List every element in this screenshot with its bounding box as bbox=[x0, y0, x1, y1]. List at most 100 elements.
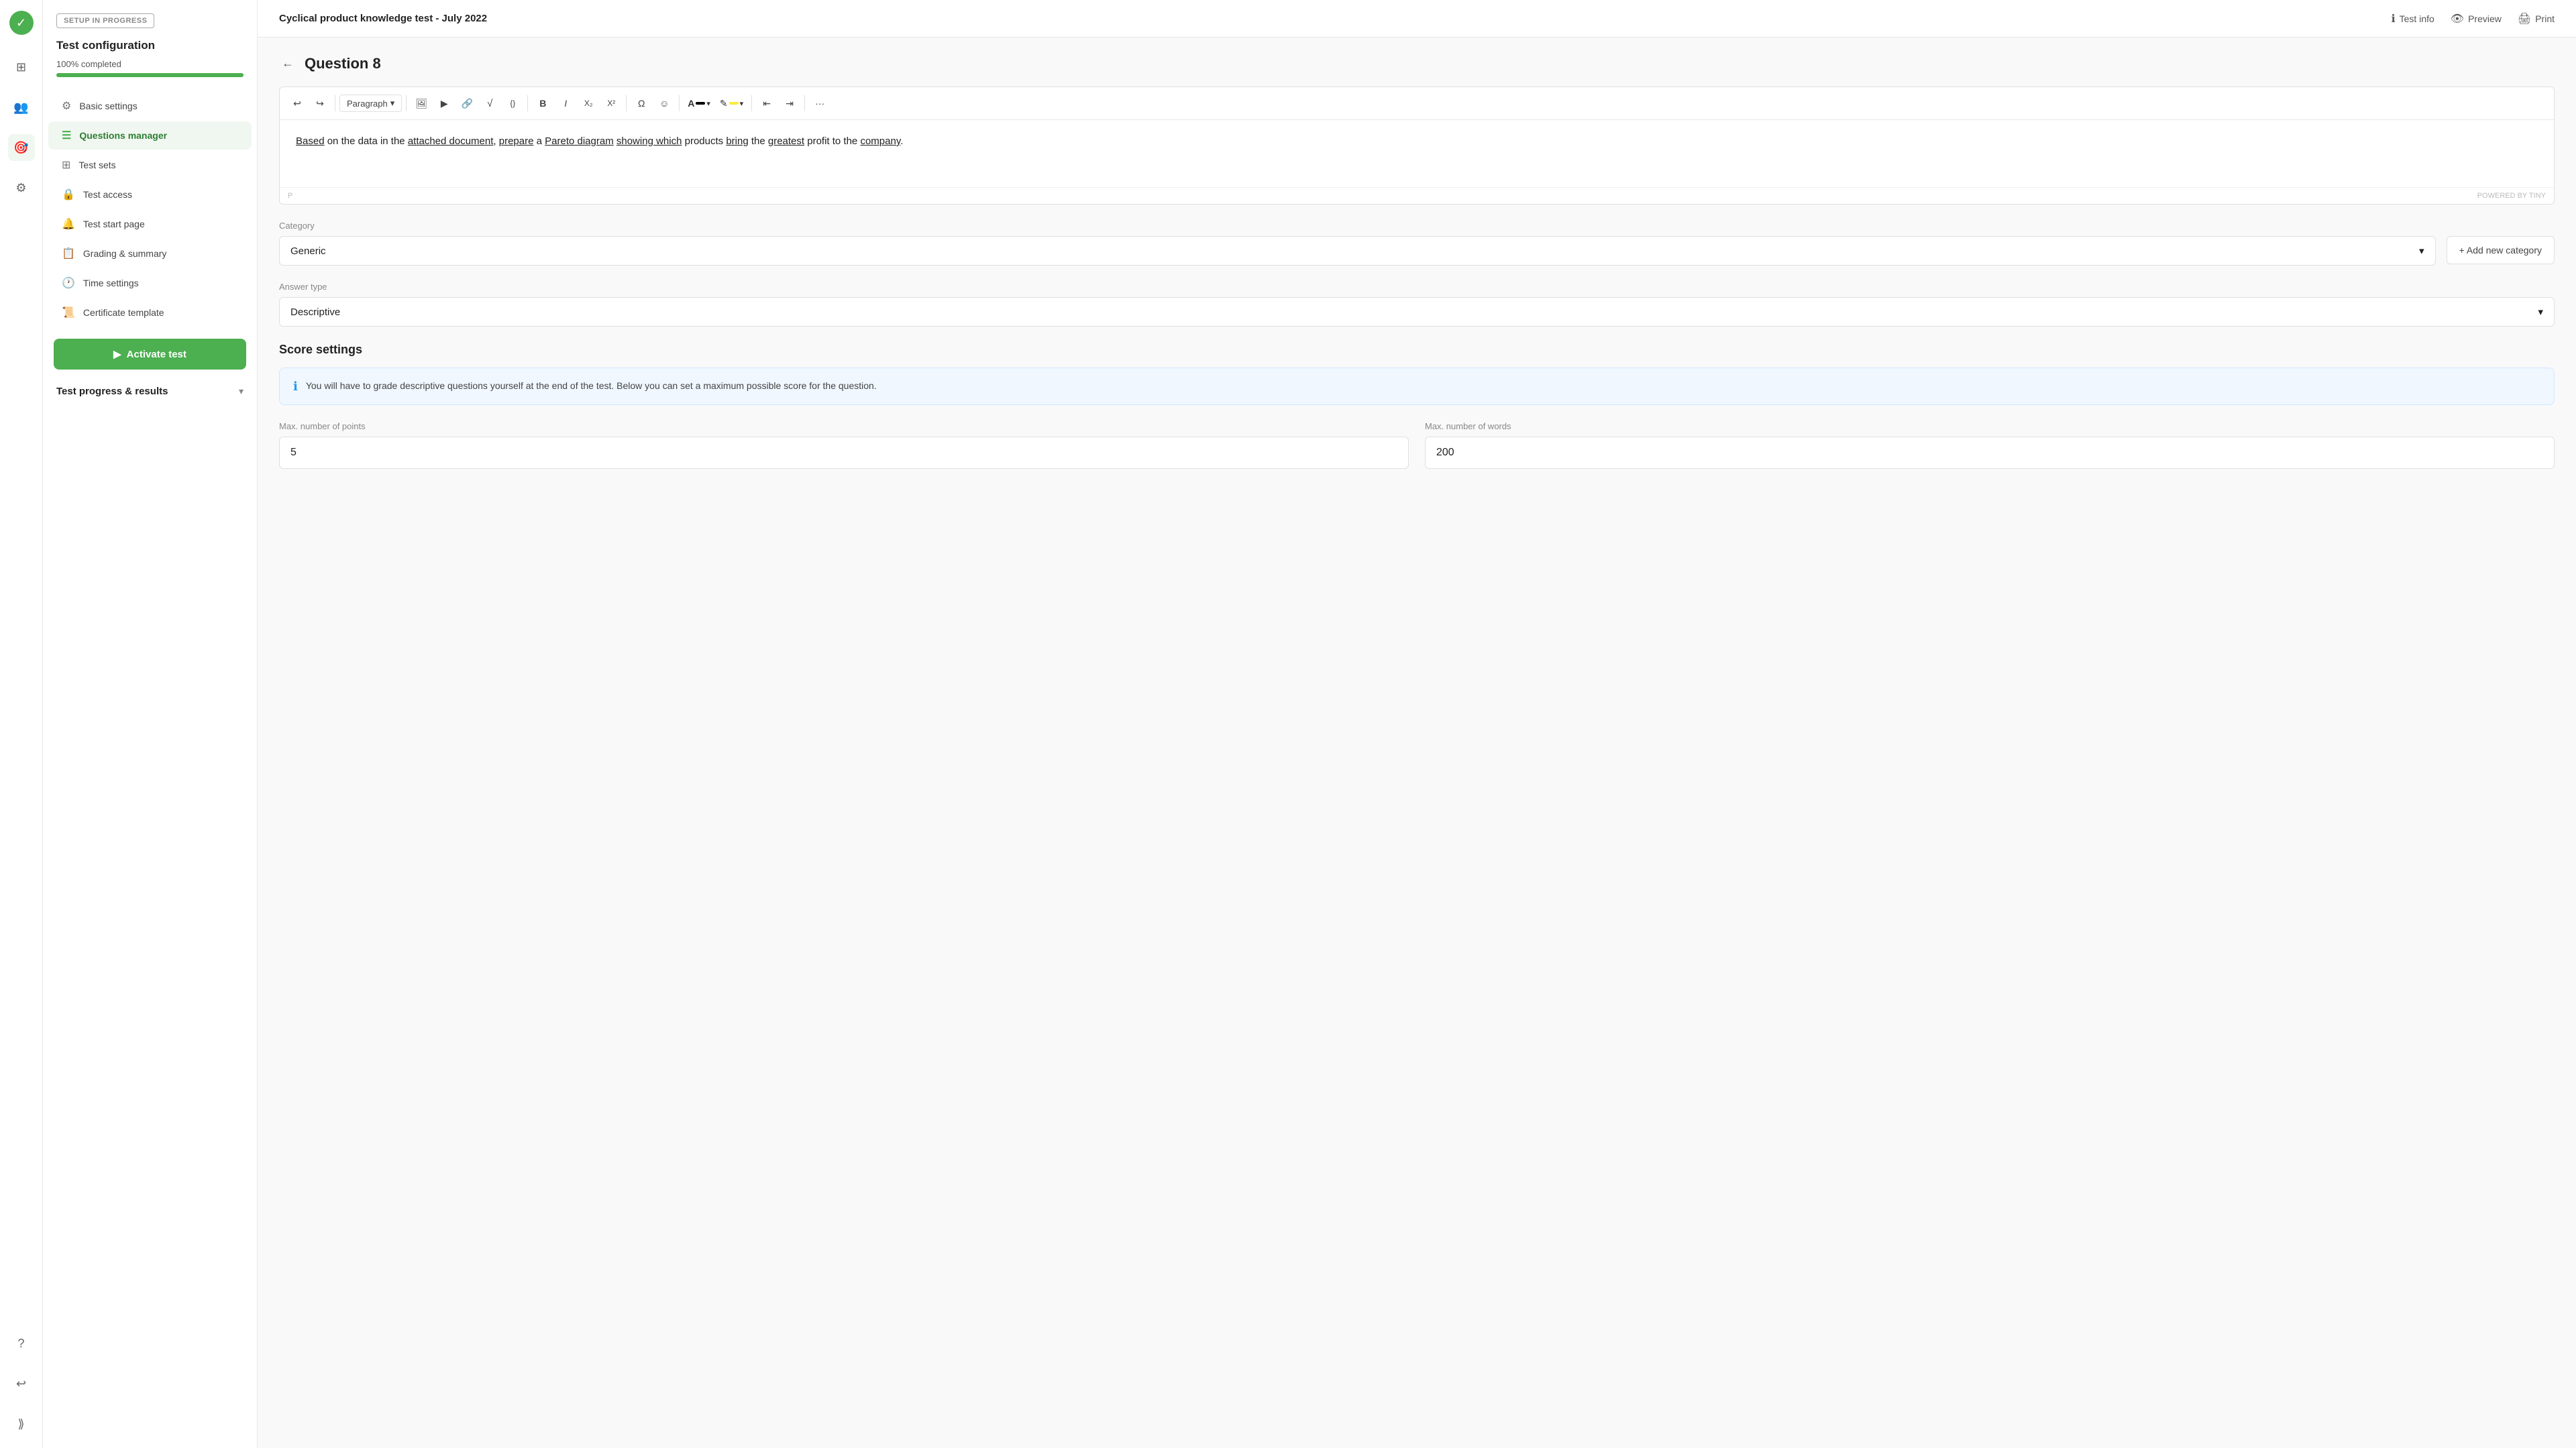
nav-users-icon[interactable]: 👥 bbox=[8, 94, 35, 121]
sidebar-item-questions-manager[interactable]: ☰ Questions manager bbox=[48, 121, 252, 150]
category-label: Category bbox=[279, 221, 2555, 231]
max-words-field: Max. number of words bbox=[1425, 421, 2555, 469]
question-number: Question 8 bbox=[305, 55, 381, 72]
progress-bar-fill bbox=[56, 73, 244, 77]
code-button[interactable]: {} bbox=[502, 93, 523, 114]
results-section-header: Test progress & results ▾ bbox=[43, 386, 257, 397]
nav-back-icon[interactable]: ↩ bbox=[8, 1370, 35, 1397]
omega-button[interactable]: Ω bbox=[631, 93, 652, 114]
max-points-input[interactable] bbox=[279, 437, 1409, 469]
highlight-indicator bbox=[729, 102, 739, 105]
toolbar-divider-4 bbox=[626, 95, 627, 111]
sidebar-item-label: Certificate template bbox=[83, 307, 164, 318]
sidebar-item-label: Grading & summary bbox=[83, 248, 166, 259]
preview-button[interactable]: 👁 Preview bbox=[2451, 12, 2502, 25]
nav-grid-icon[interactable]: ⊞ bbox=[8, 54, 35, 80]
sidebar-item-label: Test sets bbox=[78, 160, 115, 170]
questions-manager-icon: ☰ bbox=[62, 129, 71, 142]
content-area: ← Question 8 ↩ ↪ Paragraph ▾ 🖼 ▶ 🔗 √ {} bbox=[258, 38, 2576, 1448]
more-options-button[interactable]: ··· bbox=[809, 93, 830, 114]
nav-collapse-icon[interactable]: ⟫ bbox=[8, 1410, 35, 1437]
sidebar-item-test-sets[interactable]: ⊞ Test sets bbox=[48, 151, 252, 179]
editor-footer-left: P bbox=[288, 192, 292, 200]
sidebar-item-grading-summary[interactable]: 📋 Grading & summary bbox=[48, 239, 252, 268]
nav-gauge-icon[interactable]: 🎯 bbox=[8, 134, 35, 161]
image-button[interactable]: 🖼 bbox=[411, 93, 432, 114]
sqrt-button[interactable]: √ bbox=[479, 93, 500, 114]
superscript-button[interactable]: X² bbox=[600, 93, 622, 114]
emoji-button[interactable]: ☺ bbox=[653, 93, 675, 114]
main-area: Cyclical product knowledge test - July 2… bbox=[258, 0, 2576, 1448]
highlight-button[interactable]: ✎ ▾ bbox=[716, 95, 747, 112]
sidebar-item-label: Questions manager bbox=[79, 130, 167, 141]
sidebar-item-basic-settings[interactable]: ⚙ Basic settings bbox=[48, 92, 252, 120]
score-settings-section: Score settings ℹ You will have to grade … bbox=[279, 343, 2555, 469]
top-header: Cyclical product knowledge test - July 2… bbox=[258, 0, 2576, 38]
play-icon: ▶ bbox=[113, 348, 121, 360]
highlight-chevron[interactable]: ▾ bbox=[740, 99, 744, 108]
undo-button[interactable]: ↩ bbox=[286, 93, 308, 114]
print-icon: 🖨 bbox=[2518, 12, 2531, 25]
preview-icon: 👁 bbox=[2451, 12, 2464, 25]
test-access-icon: 🔒 bbox=[62, 188, 75, 201]
bold-button[interactable]: B bbox=[532, 93, 553, 114]
sidebar-item-label: Time settings bbox=[83, 278, 139, 288]
indent-increase-button[interactable]: ⇥ bbox=[779, 93, 800, 114]
font-color-button[interactable]: A ▾ bbox=[684, 95, 714, 111]
test-sets-icon: ⊞ bbox=[62, 158, 70, 172]
max-words-label: Max. number of words bbox=[1425, 421, 2555, 431]
sidebar: SETUP IN PROGRESS Test configuration 100… bbox=[43, 0, 258, 1448]
sidebar-item-label: Basic settings bbox=[79, 101, 137, 111]
score-settings-title: Score settings bbox=[279, 343, 2555, 357]
max-words-input[interactable] bbox=[1425, 437, 2555, 469]
toolbar-divider-6 bbox=[751, 95, 752, 111]
page-title: Cyclical product knowledge test - July 2… bbox=[279, 13, 487, 24]
max-points-label: Max. number of points bbox=[279, 421, 1409, 431]
info-icon: ℹ bbox=[293, 380, 298, 394]
score-info-box: ℹ You will have to grade descriptive que… bbox=[279, 368, 2555, 405]
back-button[interactable]: ← bbox=[279, 54, 297, 73]
config-title: Test configuration bbox=[56, 39, 244, 52]
editor-toolbar: ↩ ↪ Paragraph ▾ 🖼 ▶ 🔗 √ {} B I X₂ X² bbox=[280, 87, 2554, 120]
setup-badge: SETUP IN PROGRESS bbox=[56, 13, 154, 28]
certificate-template-icon: 📜 bbox=[62, 306, 75, 319]
print-button[interactable]: 🖨 Print bbox=[2518, 12, 2555, 25]
sidebar-item-certificate-template[interactable]: 📜 Certificate template bbox=[48, 298, 252, 327]
paragraph-dropdown[interactable]: Paragraph ▾ bbox=[339, 95, 402, 112]
subscript-button[interactable]: X₂ bbox=[578, 93, 599, 114]
question-header: ← Question 8 bbox=[279, 54, 2555, 73]
sidebar-nav: ⚙ Basic settings ☰ Questions manager ⊞ T… bbox=[43, 91, 257, 328]
nav-gear-icon[interactable]: ⚙ bbox=[8, 174, 35, 201]
italic-button[interactable]: I bbox=[555, 93, 576, 114]
max-points-field: Max. number of points bbox=[279, 421, 1409, 469]
toolbar-divider-7 bbox=[804, 95, 805, 111]
category-dropdown[interactable]: Generic ▾ bbox=[279, 236, 2436, 266]
activate-test-button[interactable]: ▶ Activate test bbox=[54, 339, 246, 370]
test-info-button[interactable]: ℹ Test info bbox=[2392, 12, 2434, 25]
video-button[interactable]: ▶ bbox=[433, 93, 455, 114]
editor-footer-right: POWERED BY TINY bbox=[2477, 192, 2546, 200]
link-button[interactable]: 🔗 bbox=[456, 93, 478, 114]
toolbar-divider-5 bbox=[679, 95, 680, 111]
question-editor: ↩ ↪ Paragraph ▾ 🖼 ▶ 🔗 √ {} B I X₂ X² bbox=[279, 87, 2555, 205]
indent-decrease-button[interactable]: ⇤ bbox=[756, 93, 777, 114]
redo-button[interactable]: ↪ bbox=[309, 93, 331, 114]
nav-help-icon[interactable]: ? bbox=[8, 1330, 35, 1357]
question-content[interactable]: Based on the data in the attached docume… bbox=[280, 120, 2554, 187]
score-info-text: You will have to grade descriptive quest… bbox=[306, 379, 877, 393]
icon-bar: ✓ ⊞ 👥 🎯 ⚙ ? ↩ ⟫ bbox=[0, 0, 43, 1448]
results-section-title: Test progress & results bbox=[56, 386, 168, 397]
toolbar-divider-3 bbox=[527, 95, 528, 111]
sidebar-item-time-settings[interactable]: 🕐 Time settings bbox=[48, 269, 252, 297]
header-actions: ℹ Test info 👁 Preview 🖨 Print bbox=[2392, 12, 2555, 25]
results-expand-icon[interactable]: ▾ bbox=[239, 386, 244, 397]
category-section: Category Generic ▾ + Add new category bbox=[279, 221, 2555, 266]
sidebar-item-test-access[interactable]: 🔒 Test access bbox=[48, 180, 252, 209]
font-color-chevron[interactable]: ▾ bbox=[706, 99, 710, 108]
answer-type-dropdown[interactable]: Descriptive ▾ bbox=[279, 297, 2555, 327]
basic-settings-icon: ⚙ bbox=[62, 99, 71, 113]
sidebar-item-label: Test start page bbox=[83, 219, 145, 229]
add-category-button[interactable]: + Add new category bbox=[2447, 236, 2555, 264]
sidebar-item-test-start-page[interactable]: 🔔 Test start page bbox=[48, 210, 252, 238]
app-logo[interactable]: ✓ bbox=[9, 11, 34, 35]
